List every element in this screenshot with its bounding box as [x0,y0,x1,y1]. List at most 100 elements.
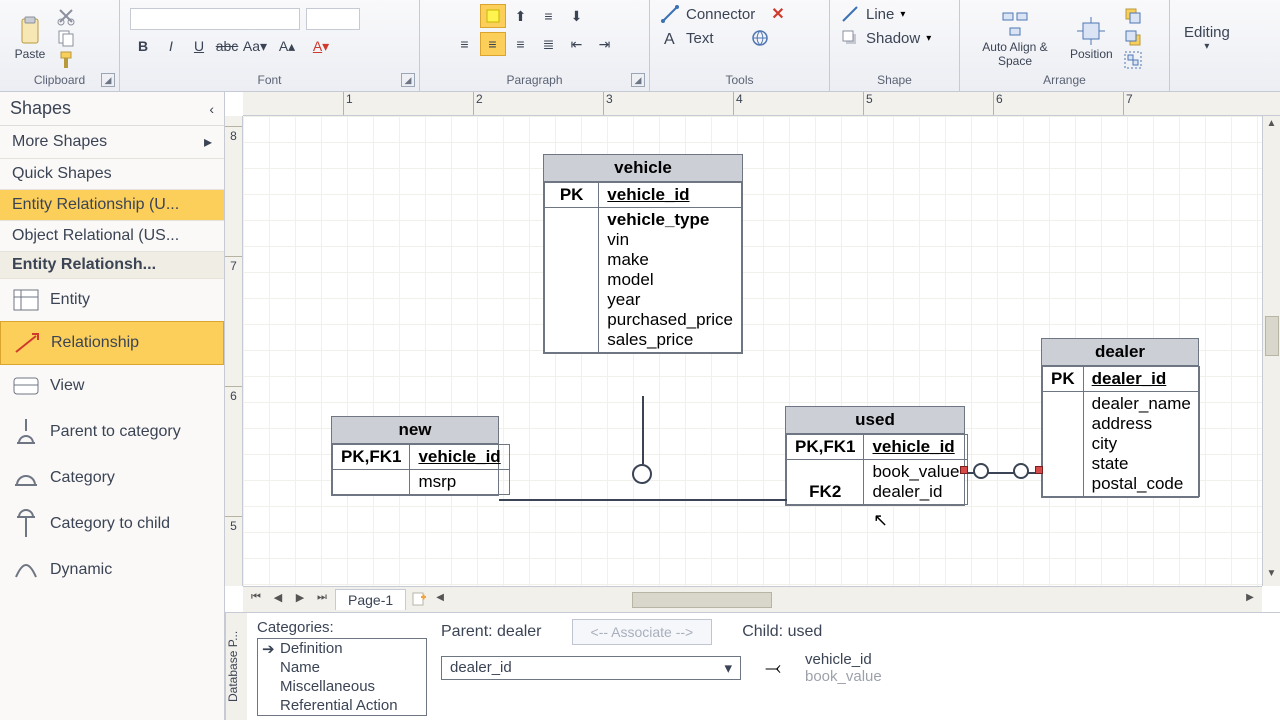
indent-decrease-button[interactable]: ⇤ [564,32,590,56]
connector-h[interactable] [499,499,787,501]
drawing-canvas[interactable]: vehicle PKvehicle_id vehicle_type vin ma… [243,116,1262,586]
parent-label: Parent: dealer [441,623,542,641]
chevron-right-icon: ▸ [204,132,212,152]
next-page-icon[interactable]: ▶ [291,591,309,609]
entity-vehicle[interactable]: vehicle PKvehicle_id vehicle_type vin ma… [543,154,743,354]
shadow-menu[interactable]: Shadow▾ [840,28,931,48]
stencil-title[interactable]: Entity Relationsh... [0,252,224,279]
paragraph-launcher[interactable]: ◢ [631,73,645,87]
categories-list[interactable]: Definition Name Miscellaneous Referentia… [257,638,427,716]
font-family-select[interactable] [130,8,300,30]
or-stencil-row[interactable]: Object Relational (US... [0,221,224,252]
entity-new[interactable]: new PK,FK1vehicle_id msrp [331,416,499,496]
stencil-relationship[interactable]: Relationship [0,321,224,365]
indent-increase-button[interactable]: ⇥ [592,32,618,56]
vertical-scrollbar[interactable]: ▲ ▼ [1262,116,1280,586]
parent-field-select[interactable]: dealer_id ▾ [441,656,741,680]
page-tab[interactable]: Page-1 [335,589,406,610]
child-label: Child: used [742,623,822,641]
auto-align-button[interactable]: Auto Align & Space [970,6,1060,70]
align-middle-button[interactable]: ≡ [536,4,562,28]
align-top-button[interactable]: ⬆ [508,4,534,28]
align-center-button[interactable]: ≡ [480,32,506,56]
stencil-parent-category[interactable]: Parent to category [0,407,224,457]
clipboard-icon [14,15,46,47]
format-painter-icon[interactable] [56,50,76,70]
cat-name[interactable]: Name [258,658,426,677]
more-shapes-row[interactable]: More Shapes▸ [0,126,224,159]
connector-vehicle-down[interactable] [642,396,644,464]
font-size-grow-icon[interactable]: A▴ [270,34,304,58]
entity-used[interactable]: used PK,FK1vehicle_id FK2 book_valuedeal… [785,406,965,506]
categories-header: Categories: [257,619,427,638]
font-color-button[interactable]: A▾ [306,34,336,58]
stencil-category[interactable]: Category [0,457,224,499]
editing-button[interactable]: Editing ▾ [1180,22,1234,54]
align-right-button[interactable]: ≡ [508,32,534,56]
bold-button[interactable]: B [130,34,156,58]
cursor-icon: ↖ [873,510,888,531]
horizontal-ruler: 1 2 3 4 5 6 7 [243,92,1280,116]
send-back-icon[interactable] [1123,28,1143,48]
hscroll-thumb[interactable] [632,592,772,608]
database-properties-panel: Database P... Categories: Definition Nam… [225,612,1280,720]
shapes-pane: Shapes ‹ More Shapes▸ Quick Shapes Entit… [0,92,225,720]
stencil-category-child[interactable]: Category to child [0,499,224,549]
category-circle[interactable] [632,464,652,484]
paste-button[interactable]: Paste [10,13,50,63]
globe-refresh-icon[interactable] [750,28,770,48]
tools-group-label: Tools [660,71,819,91]
case-button[interactable]: Aa▾ [242,34,268,58]
group-paragraph: ⬆ ≡ ⬇ ≡ ≡ ≡ ≣ ⇤ ⇥ Paragraph ◢ [420,0,650,91]
quick-shapes-row[interactable]: Quick Shapes [0,159,224,190]
font-size-select[interactable] [306,8,360,30]
new-page-icon[interactable] [410,591,428,609]
view-icon [12,375,40,397]
endpoint-handle-right[interactable] [1035,466,1043,474]
cat-definition[interactable]: Definition [258,639,426,658]
stencil-view[interactable]: View [0,365,224,407]
prev-page-icon[interactable]: ◀ [269,591,287,609]
stencil-dynamic[interactable]: Dynamic [0,549,224,591]
scroll-right-icon[interactable]: ▶ [1242,592,1258,608]
underline-button[interactable]: U [186,34,212,58]
line-menu[interactable]: Line▾ [840,4,905,24]
last-page-icon[interactable]: ⏭ [313,591,331,609]
cat-refaction[interactable]: Referential Action [258,696,426,715]
cat-misc[interactable]: Miscellaneous [258,677,426,696]
stencil-entity[interactable]: Entity [0,279,224,321]
entity-dealer[interactable]: dealer PKdealer_id dealer_name address c… [1041,338,1199,498]
shapes-header[interactable]: Shapes ‹ [0,92,224,126]
associate-button[interactable]: <-- Associate --> [572,619,713,645]
align-bottom-button[interactable]: ⬇ [564,4,590,28]
clipboard-group-label: Clipboard [10,71,109,91]
page-tabs-bar: ⏮ ◀ ▶ ⏭ Page-1 ◀ ▶ [243,586,1262,612]
font-launcher[interactable]: ◢ [401,73,415,87]
scroll-up-icon[interactable]: ▲ [1264,118,1280,134]
group-icon[interactable] [1123,50,1143,70]
group-arrange: Auto Align & Space Position Arrange [960,0,1170,91]
align-justify-button[interactable]: ≣ [536,32,562,56]
clipboard-launcher[interactable]: ◢ [101,73,115,87]
align-left-button[interactable]: ≡ [452,32,478,56]
connector-close-icon[interactable]: ✕ [771,4,784,24]
cut-icon[interactable] [56,6,76,26]
shapes-nav: More Shapes▸ Quick Shapes Entity Relatio… [0,126,224,252]
dbp-tab[interactable]: Database P... [225,613,247,720]
highlight-button[interactable] [480,4,506,28]
italic-button[interactable]: I [158,34,184,58]
horizontal-scrollbar[interactable]: ◀ ▶ [432,592,1258,608]
endpoint-handle-left[interactable] [960,466,968,474]
position-button[interactable]: Position [1066,13,1117,63]
vscroll-thumb[interactable] [1265,316,1279,356]
strike-button[interactable]: abc [214,34,240,58]
copy-icon[interactable] [56,28,76,48]
text-tool-label[interactable]: Text [686,30,714,47]
scroll-down-icon[interactable]: ▼ [1264,568,1280,584]
er-stencil-row[interactable]: Entity Relationship (U... [0,190,224,221]
collapse-icon[interactable]: ‹ [209,101,214,117]
first-page-icon[interactable]: ⏮ [247,591,265,609]
bring-front-icon[interactable] [1123,6,1143,26]
connector-label[interactable]: Connector [686,6,755,23]
scroll-left-icon[interactable]: ◀ [432,592,448,608]
